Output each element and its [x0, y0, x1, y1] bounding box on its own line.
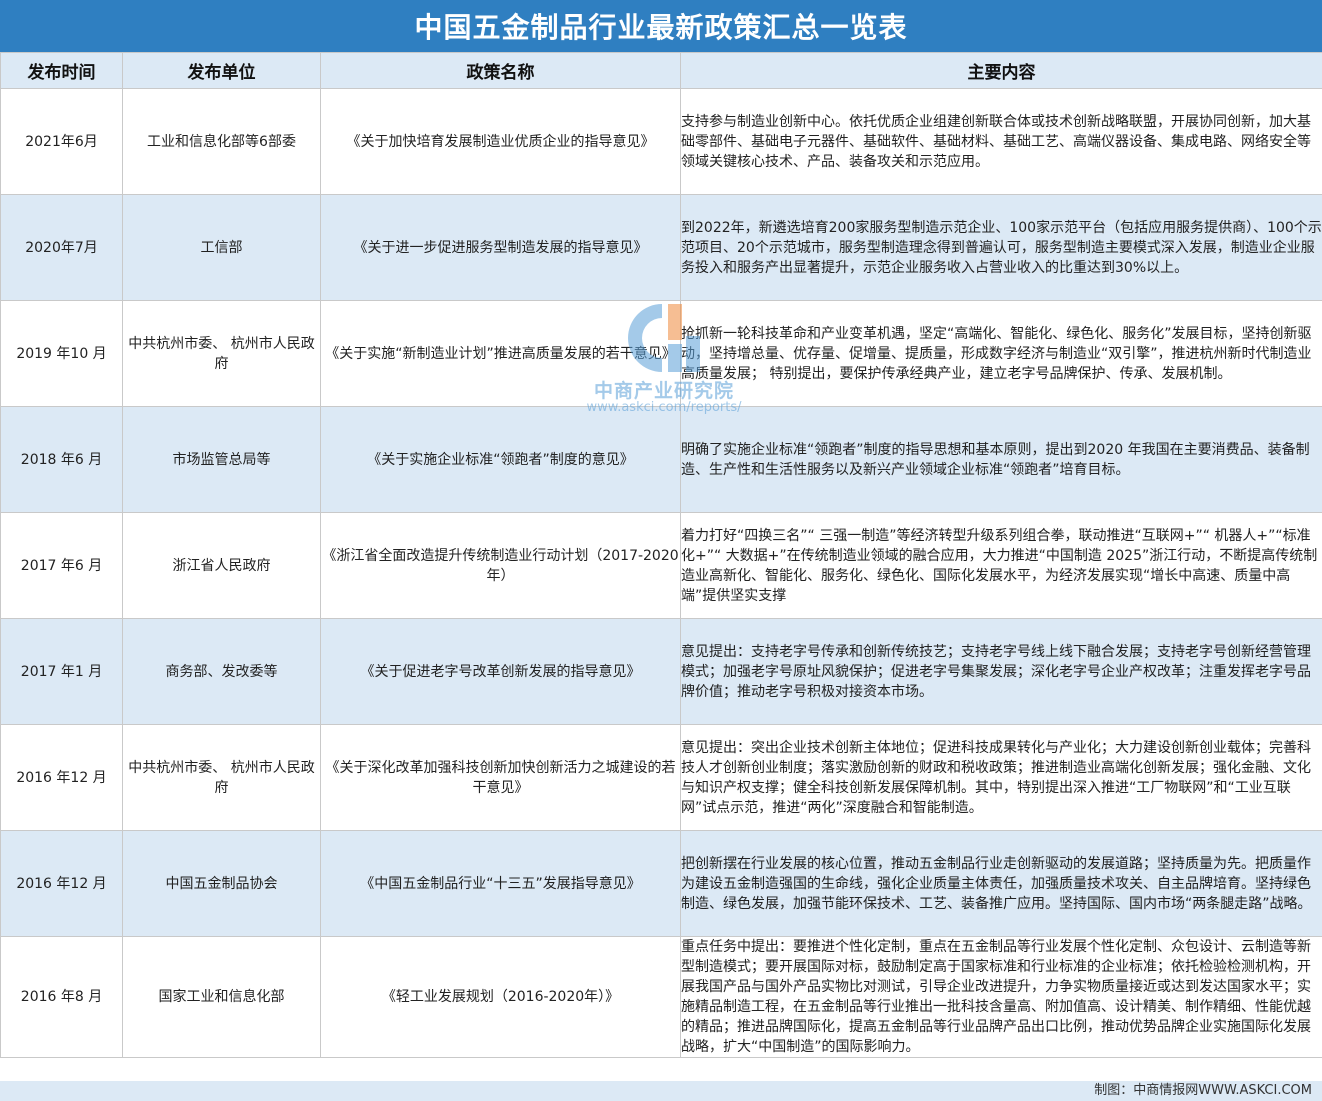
cell-date: 2021年6月	[0, 88, 123, 195]
footer-credit: 制图：中商情报网WWW.ASKCI.COM	[1094, 1083, 1312, 1098]
table-row: 2017 年6 月 浙江省人民政府 《浙江省全面改造提升传统制造业行动计划（20…	[0, 512, 1322, 619]
cell-policy-name: 《关于实施“新制造业计划”推进高质量发展的若干意见》	[320, 300, 681, 407]
cell-content: 意见提出：支持老字号传承和创新传统技艺；支持老字号线上线下融合发展；支持老字号创…	[680, 618, 1322, 725]
cell-unit: 中国五金制品协会	[122, 830, 321, 937]
cell-content: 着力打好“四换三名”“ 三强一制造”等经济转型升级系列组合拳，联动推进“互联网+…	[680, 512, 1322, 619]
cell-date: 2016 年12 月	[0, 830, 123, 937]
cell-content: 意见提出：突出企业技术创新主体地位；促进科技成果转化与产业化；大力建设创新创业载…	[680, 724, 1322, 831]
cell-date: 2017 年1 月	[0, 618, 123, 725]
cell-unit: 工业和信息化部等6部委	[122, 88, 321, 195]
cell-policy-name: 《关于深化改革加强科技创新加快创新活力之城建设的若干意见》	[320, 724, 681, 831]
header-policy-name: 政策名称	[320, 52, 681, 89]
cell-date: 2016 年8 月	[0, 936, 123, 1058]
cell-content: 把创新摆在行业发展的核心位置，推动五金制品行业走创新驱动的发展道路；坚持质量为先…	[680, 830, 1322, 937]
cell-policy-name: 《关于促进老字号改革创新发展的指导意见》	[320, 618, 681, 725]
policy-table: 发布时间 发布单位 政策名称 主要内容 2021年6月 工业和信息化部等6部委 …	[0, 52, 1322, 1058]
cell-date: 2019 年10 月	[0, 300, 123, 407]
cell-policy-name: 《关于进一步促进服务型制造发展的指导意见》	[320, 194, 681, 301]
cell-unit: 浙江省人民政府	[122, 512, 321, 619]
cell-policy-name: 《轻工业发展规划（2016-2020年）》	[320, 936, 681, 1058]
cell-date: 2016 年12 月	[0, 724, 123, 831]
header-date: 发布时间	[0, 52, 123, 89]
cell-date: 2018 年6 月	[0, 406, 123, 513]
table-row: 2016 年12 月 中国五金制品协会 《中国五金制品行业“十三五”发展指导意见…	[0, 830, 1322, 937]
title-bar: 中国五金制品行业最新政策汇总一览表	[0, 0, 1322, 52]
cell-date: 2017 年6 月	[0, 512, 123, 619]
cell-policy-name: 《关于实施企业标准“领跑者”制度的意见》	[320, 406, 681, 513]
header-unit: 发布单位	[122, 52, 321, 89]
cell-unit: 中共杭州市委、 杭州市人民政府	[122, 300, 321, 407]
table-header-row: 发布时间 发布单位 政策名称 主要内容	[0, 52, 1322, 89]
table-row: 2016 年12 月 中共杭州市委、 杭州市人民政府 《关于深化改革加强科技创新…	[0, 724, 1322, 831]
cell-content: 到2022年，新遴选培育200家服务型制造示范企业、100家示范平台（包括应用服…	[680, 194, 1322, 301]
cell-unit: 国家工业和信息化部	[122, 936, 321, 1058]
cell-policy-name: 《中国五金制品行业“十三五”发展指导意见》	[320, 830, 681, 937]
table-row: 2018 年6 月 市场监管总局等 《关于实施企业标准“领跑者”制度的意见》 明…	[0, 406, 1322, 513]
cell-unit: 市场监管总局等	[122, 406, 321, 513]
footer-bar: 制图：中商情报网WWW.ASKCI.COM	[0, 1081, 1322, 1101]
table-row: 2020年7月 工信部 《关于进一步促进服务型制造发展的指导意见》 到2022年…	[0, 194, 1322, 301]
cell-policy-name: 《浙江省全面改造提升传统制造业行动计划（2017-2020年）	[320, 512, 681, 619]
cell-content: 明确了实施企业标准“领跑者”制度的指导思想和基本原则，提出到2020 年我国在主…	[680, 406, 1322, 513]
cell-content: 抢抓新一轮科技革命和产业变革机遇，坚定“高端化、智能化、绿色化、服务化”发展目标…	[680, 300, 1322, 407]
table-row: 2019 年10 月 中共杭州市委、 杭州市人民政府 《关于实施“新制造业计划”…	[0, 300, 1322, 407]
table-row: 2017 年1 月 商务部、发改委等 《关于促进老字号改革创新发展的指导意见》 …	[0, 618, 1322, 725]
header-content: 主要内容	[680, 52, 1322, 89]
table-row: 2016 年8 月 国家工业和信息化部 《轻工业发展规划（2016-2020年）…	[0, 936, 1322, 1058]
cell-policy-name: 《关于加快培育发展制造业优质企业的指导意见》	[320, 88, 681, 195]
table-row: 2021年6月 工业和信息化部等6部委 《关于加快培育发展制造业优质企业的指导意…	[0, 88, 1322, 195]
page-title: 中国五金制品行业最新政策汇总一览表	[414, 11, 908, 44]
cell-content: 重点任务中提出：要推进个性化定制，重点在五金制品等行业发展个性化定制、众包设计、…	[680, 936, 1322, 1058]
cell-unit: 中共杭州市委、 杭州市人民政府	[122, 724, 321, 831]
cell-date: 2020年7月	[0, 194, 123, 301]
cell-unit: 工信部	[122, 194, 321, 301]
cell-content: 支持参与制造业创新中心。依托优质企业组建创新联合体或技术创新战略联盟，开展协同创…	[680, 88, 1322, 195]
cell-unit: 商务部、发改委等	[122, 618, 321, 725]
